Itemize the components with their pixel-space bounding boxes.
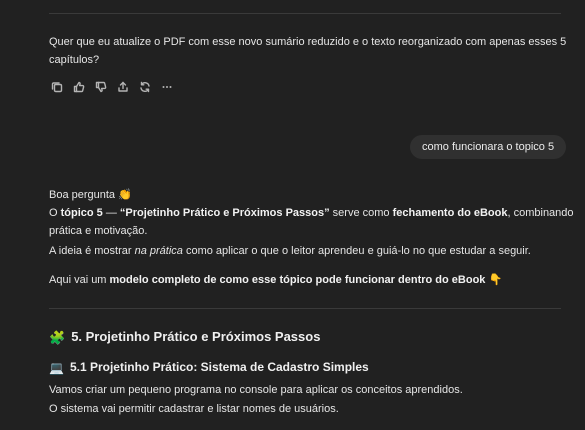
response-line-3: A ideia é mostrar na prática como aplica… xyxy=(49,245,531,257)
assistant-message-text-cont: capítulos? xyxy=(49,54,100,66)
response-line-1: O tópico 5 — “Projetinho Prático e Próxi… xyxy=(49,207,574,219)
response-greeting: Boa pergunta 👏 xyxy=(49,189,132,201)
subsection-title: 💻 5.1 Projetinho Prático: Sistema de Cada… xyxy=(49,360,369,375)
clapping-hands-icon: 👏 xyxy=(118,189,132,201)
share-icon[interactable] xyxy=(115,79,131,95)
divider-top xyxy=(49,13,561,14)
more-icon[interactable] xyxy=(159,79,175,95)
pointing-down-icon: 👇 xyxy=(488,274,503,286)
divider-mid xyxy=(49,308,561,309)
message-actions xyxy=(49,79,181,95)
puzzle-piece-icon: 🧩 xyxy=(49,330,66,345)
thumbs-up-icon[interactable] xyxy=(71,79,87,95)
response-line-2: prática e motivação. xyxy=(49,225,148,237)
paragraph-2: O sistema vai permitir cadastrar e lista… xyxy=(49,403,339,415)
laptop-icon: 💻 xyxy=(49,361,64,375)
assistant-message-text: Quer que eu atualize o PDF com esse novo… xyxy=(49,36,567,48)
paragraph-1: Vamos criar um pequeno programa no conso… xyxy=(49,384,463,396)
user-message-bubble: como funcionara o topico 5 xyxy=(410,135,567,159)
regenerate-icon[interactable] xyxy=(137,79,153,95)
thumbs-down-icon[interactable] xyxy=(93,79,109,95)
response-line-4: Aqui vai um modelo completo de como esse… xyxy=(49,274,503,286)
copy-icon[interactable] xyxy=(49,79,65,95)
section-title: 🧩 5. Projetinho Prático e Próximos Passos xyxy=(49,329,321,345)
chat-page: Quer que eu atualize o PDF com esse novo… xyxy=(0,0,585,430)
